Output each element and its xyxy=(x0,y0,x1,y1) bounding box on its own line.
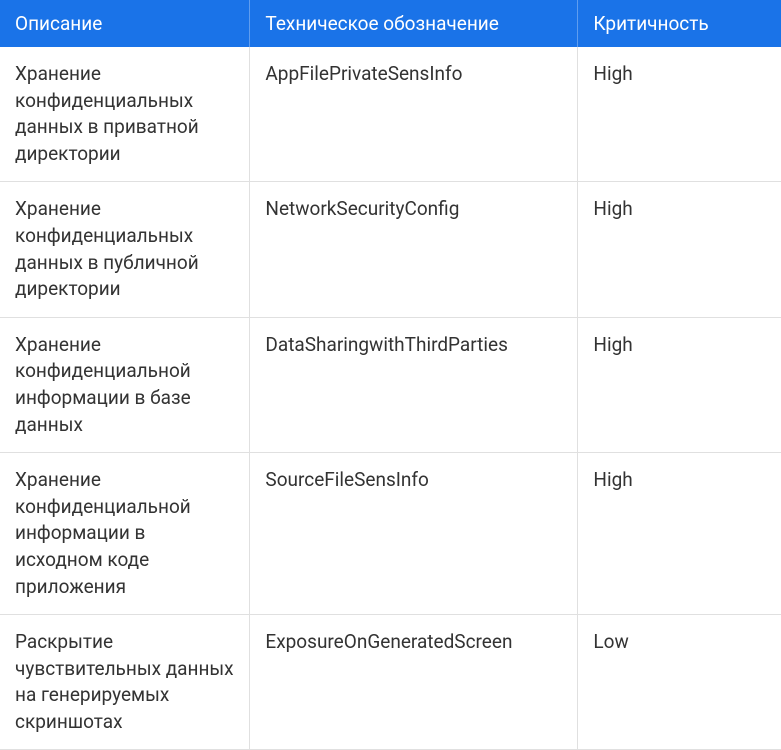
cell-criticality: High xyxy=(578,47,781,182)
cell-technical: AppFilePrivateSensInfo xyxy=(250,47,578,182)
cell-technical: SourceFileSensInfo xyxy=(250,453,578,615)
table-header-row: Описание Техническое обозначение Критичн… xyxy=(0,0,781,47)
table-row: Хранение конфиденциальной информации в и… xyxy=(0,453,781,615)
security-table: Описание Техническое обозначение Критичн… xyxy=(0,0,781,750)
cell-description: Раскрытие чувствительных данных на генер… xyxy=(0,615,250,750)
cell-technical: DataSharingwithThirdParties xyxy=(250,317,578,452)
table-row: Хранение конфиденциальных данных в публи… xyxy=(0,182,781,317)
header-criticality: Критичность xyxy=(578,0,781,47)
table-row: Раскрытие чувствительных данных на генер… xyxy=(0,615,781,750)
table-row: Хранение конфиденциальных данных в прива… xyxy=(0,47,781,182)
cell-description: Хранение конфиденциальной информации в и… xyxy=(0,453,250,615)
cell-description: Хранение конфиденциальной информации в б… xyxy=(0,317,250,452)
cell-technical: ExposureOnGeneratedScreen xyxy=(250,615,578,750)
cell-description: Хранение конфиденциальных данных в публи… xyxy=(0,182,250,317)
header-technical: Техническое обозначение xyxy=(250,0,578,47)
cell-criticality: High xyxy=(578,182,781,317)
table-row: Хранение конфиденциальной информации в б… xyxy=(0,317,781,452)
cell-criticality: High xyxy=(578,317,781,452)
cell-description: Хранение конфиденциальных данных в прива… xyxy=(0,47,250,182)
cell-technical: NetworkSecurityConfig xyxy=(250,182,578,317)
cell-criticality: High xyxy=(578,453,781,615)
cell-criticality: Low xyxy=(578,615,781,750)
header-description: Описание xyxy=(0,0,250,47)
